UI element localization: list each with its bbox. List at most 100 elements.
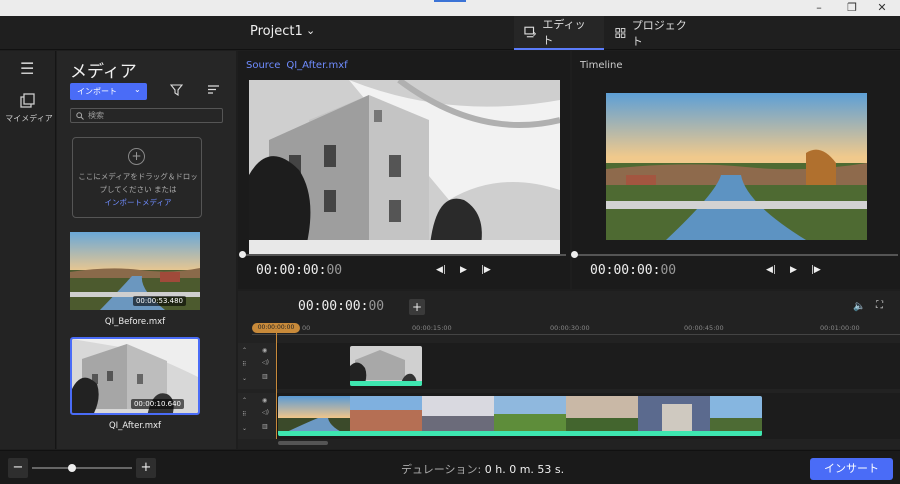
video-track-2[interactable] xyxy=(278,393,900,439)
source-preview-panel: Source QI_After.mxf 00:00:00:00 ◀| ▶ |▶ xyxy=(238,51,570,289)
zoom-slider[interactable] xyxy=(32,464,132,472)
sort-icon[interactable] xyxy=(207,84,220,98)
minimize-button[interactable]: – xyxy=(805,0,833,16)
fullscreen-icon[interactable]: ⛶ xyxy=(876,300,883,311)
timeline-editor: 00:00:00:00 + 🔈 ⛶ 00 00:00:15:00 00:00:3… xyxy=(238,291,900,449)
step-forward-icon[interactable]: |▶ xyxy=(481,265,491,275)
timecode-main: 00:00:00: xyxy=(298,299,369,314)
source-timecode: 00:00:00:00 xyxy=(256,263,342,278)
ruler-tick-label: 00:00:45:00 xyxy=(684,324,724,332)
timecode-frames: 00 xyxy=(368,299,385,314)
chevron-down-icon[interactable]: ⌄ xyxy=(242,425,247,432)
step-back-icon[interactable]: ◀| xyxy=(766,265,776,275)
media-title: メディア xyxy=(70,62,137,82)
ruler-tick-label: 00:00:30:00 xyxy=(550,324,590,332)
time-ruler[interactable]: 00 00:00:15:00 00:00:30:00 00:00:45:00 0… xyxy=(252,323,900,335)
eye-icon[interactable]: ◉ xyxy=(262,397,267,404)
trash-icon[interactable]: ▥ xyxy=(262,373,268,380)
tab-editor[interactable]: エディット xyxy=(514,16,604,50)
zoom-in-button[interactable]: + xyxy=(136,458,156,478)
chevron-down-icon[interactable]: ⌄ xyxy=(242,375,247,382)
duration-readout: デュレーション: 0 h. 0 m. 53 s. xyxy=(401,461,564,477)
timeline-clip-before[interactable] xyxy=(278,396,762,436)
zoom-out-button[interactable]: − xyxy=(8,458,28,478)
playhead-label[interactable]: 00:00:00:00 xyxy=(252,323,300,333)
editor-icon xyxy=(524,26,537,38)
ruler-tick-label: 00 xyxy=(302,324,311,332)
timecode-frames: 00 xyxy=(660,263,677,278)
clip-audio-bar xyxy=(278,431,762,436)
volume-icon[interactable]: ◁) xyxy=(262,409,269,416)
track-controls: ⌃ ◉ ⠿ ◁) ⌄ ▥ xyxy=(238,393,278,439)
chevron-up-icon[interactable]: ⌃ xyxy=(242,347,247,354)
step-back-icon[interactable]: ◀| xyxy=(436,265,446,275)
timecode-main: 00:00:00: xyxy=(256,263,327,278)
project-title[interactable]: Project1 xyxy=(250,24,303,39)
menu-icon[interactable]: ☰ xyxy=(20,59,34,78)
media-thumbnail-after[interactable]: 00:00:10.640 xyxy=(70,337,200,415)
drag-handle-icon[interactable]: ⠿ xyxy=(242,411,246,418)
play-icon[interactable]: ▶ xyxy=(460,265,467,275)
ruler-tick-label: 00:00:15:00 xyxy=(412,324,452,332)
duration-badge: 00:00:53.480 xyxy=(132,296,186,306)
media-item-name: QI_After.mxf xyxy=(108,421,162,431)
close-button[interactable]: ✕ xyxy=(868,0,896,16)
ruler-tick-label: 00:01:00:00 xyxy=(820,324,860,332)
video-track-1[interactable] xyxy=(278,343,900,389)
maximize-button[interactable]: ❐ xyxy=(838,0,866,16)
playhead-line[interactable] xyxy=(276,333,277,439)
volume-icon[interactable]: ◁) xyxy=(262,359,269,366)
drop-zone-instructions: ここにメディアをドラッグ＆ドロップしてください または xyxy=(78,172,198,194)
source-label: Source xyxy=(246,59,281,71)
drag-handle-icon[interactable]: ⠿ xyxy=(242,361,246,368)
scrubber-handle[interactable] xyxy=(239,251,246,258)
import-button[interactable]: インポート ⌄ xyxy=(70,83,147,100)
eye-icon[interactable]: ◉ xyxy=(262,347,267,354)
timeline-scrollbar[interactable] xyxy=(278,441,328,445)
my-media-icon[interactable] xyxy=(19,93,35,109)
add-circle-icon[interactable]: + xyxy=(128,148,145,165)
source-header: Source QI_After.mxf xyxy=(238,51,570,79)
chevron-down-icon[interactable]: ⌄ xyxy=(306,24,315,37)
chevron-up-icon[interactable]: ⌃ xyxy=(242,397,247,404)
left-rail: ☰ マイメディア xyxy=(0,51,56,449)
window-titlebar: – ❐ ✕ xyxy=(0,0,900,16)
tab-project[interactable]: プロジェクト xyxy=(605,16,701,50)
timecode-main: 00:00:00: xyxy=(590,263,661,278)
add-track-button[interactable]: + xyxy=(409,299,425,315)
trash-icon[interactable]: ▥ xyxy=(262,423,268,430)
timeline-clip-after[interactable] xyxy=(350,346,422,386)
timeline-preview-timecode: 00:00:00:00 xyxy=(590,263,676,278)
duration-value: 0 h. 0 m. 53 s. xyxy=(484,463,565,476)
scrubber-handle[interactable] xyxy=(571,251,578,258)
zoom-slider-handle[interactable] xyxy=(68,464,76,472)
my-media-label[interactable]: マイメディア xyxy=(2,113,56,124)
volume-icon[interactable]: 🔈 xyxy=(853,301,865,312)
search-input[interactable]: 検索 xyxy=(70,108,223,123)
chevron-down-icon[interactable]: ⌄ xyxy=(134,85,141,94)
drop-zone-text: ここにメディアをドラッグ＆ドロップしてください または インポートメディア xyxy=(77,170,199,209)
search-icon xyxy=(76,111,84,120)
search-placeholder: 検索 xyxy=(88,111,104,120)
timeline-label: Timeline xyxy=(580,59,623,71)
play-icon[interactable]: ▶ xyxy=(790,265,797,275)
timeline-header: Timeline xyxy=(572,51,900,79)
insert-button[interactable]: インサート xyxy=(810,458,893,480)
tab-project-label: プロジェクト xyxy=(631,19,687,48)
timeline-video-frame[interactable] xyxy=(606,93,867,240)
duration-label: デュレーション: xyxy=(401,463,482,476)
drop-zone[interactable]: + ここにメディアをドラッグ＆ドロップしてください または インポートメディア xyxy=(72,137,202,218)
step-forward-icon[interactable]: |▶ xyxy=(811,265,821,275)
source-file: QI_After.mxf xyxy=(286,59,348,71)
source-transport: ◀| ▶ |▶ xyxy=(436,265,491,275)
filter-icon[interactable] xyxy=(169,84,184,99)
source-scrubber[interactable] xyxy=(239,251,566,258)
titlebar-accent xyxy=(434,0,466,2)
timeline-transport: ◀| ▶ |▶ xyxy=(766,265,821,275)
source-video-frame[interactable] xyxy=(249,80,560,255)
media-thumbnail-before[interactable]: 00:00:53.480 xyxy=(70,232,200,310)
timecode-frames: 00 xyxy=(326,263,343,278)
timeline-scrubber[interactable] xyxy=(571,251,898,258)
media-item-name: QI_Before.mxf xyxy=(104,317,166,327)
import-media-link[interactable]: インポートメディア xyxy=(105,198,172,207)
